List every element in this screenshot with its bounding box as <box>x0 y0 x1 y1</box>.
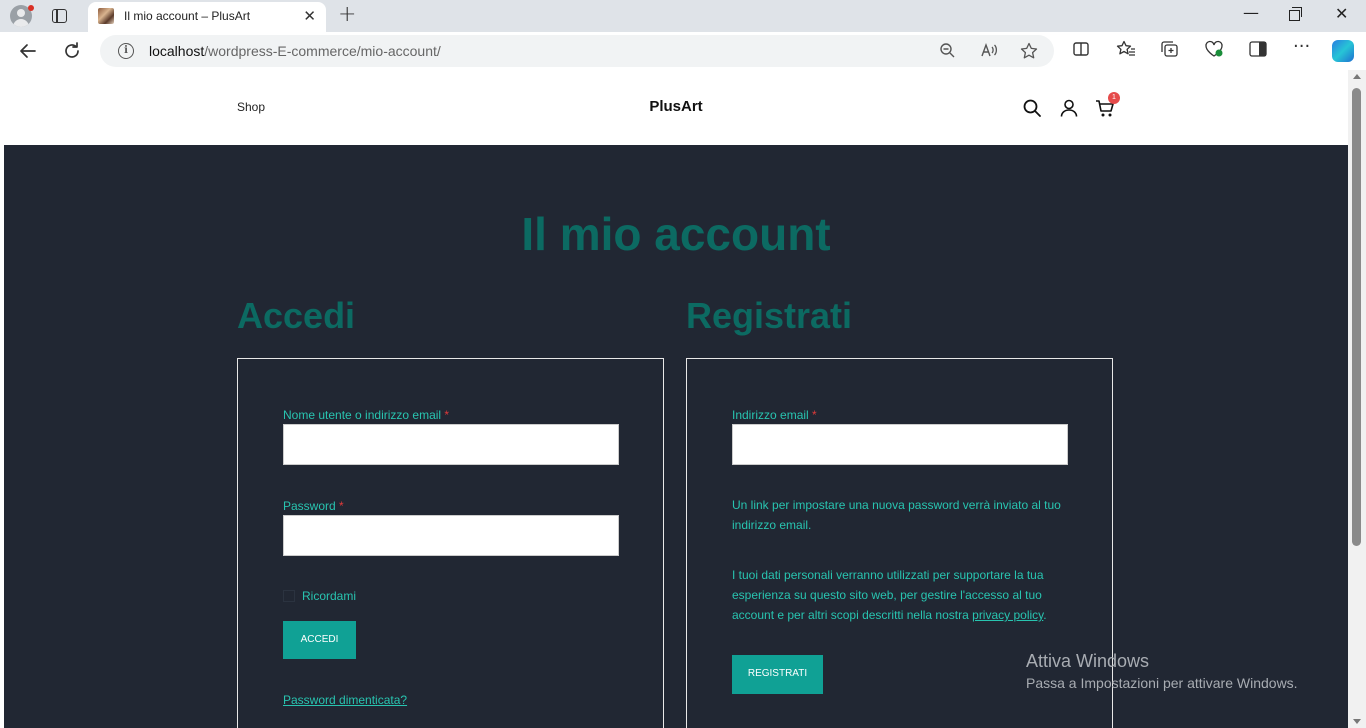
cart-count-badge: 1 <box>1108 92 1120 104</box>
collections-icon[interactable] <box>1160 40 1180 62</box>
scroll-up-arrow-icon[interactable] <box>1353 74 1361 79</box>
password-input[interactable] <box>283 515 619 556</box>
required-mark: * <box>339 499 344 513</box>
lost-password-link[interactable]: Password dimenticata? <box>283 693 407 707</box>
username-input[interactable] <box>283 424 619 465</box>
copilot-icon[interactable] <box>1332 40 1354 62</box>
site-brand[interactable]: PlusArt <box>4 98 1348 115</box>
window-minimize-icon[interactable]: — <box>1243 4 1259 22</box>
privacy-policy-link[interactable]: privacy policy <box>972 608 1043 622</box>
remember-me-checkbox[interactable] <box>283 590 295 602</box>
register-heading: Registrati <box>686 295 853 336</box>
browser-toolbar: i localhost/wordpress-E-commerce/mio-acc… <box>0 32 1366 70</box>
account-main: Il mio account Accedi Nome utente o indi… <box>4 145 1348 728</box>
remember-me-label[interactable]: Ricordami <box>302 589 356 603</box>
zoom-out-icon[interactable] <box>939 42 955 62</box>
watermark-title: Attiva Windows <box>1026 651 1150 671</box>
page-scrollbar[interactable] <box>1348 70 1366 728</box>
privacy-notice: I tuoi dati personali verranno utilizzat… <box>732 568 1047 622</box>
more-options-icon[interactable]: ··· <box>1293 36 1310 57</box>
register-button[interactable]: REGISTRATI <box>732 655 823 694</box>
login-button[interactable]: ACCEDI <box>283 621 356 659</box>
site-info-icon[interactable]: i <box>118 43 134 59</box>
reload-icon[interactable] <box>59 38 85 64</box>
browser-titlebar: Il mio account – PlusArt ✕ + — ✕ <box>0 0 1366 32</box>
tab-close-icon[interactable]: ✕ <box>303 7 316 25</box>
new-tab-icon[interactable]: + <box>338 3 356 27</box>
browser-tab-active[interactable]: Il mio account – PlusArt ✕ <box>88 2 326 32</box>
window-restore-icon[interactable] <box>1289 7 1302 21</box>
page-viewport: Shop PlusArt 1 Il mio account Accedi Nom… <box>4 70 1348 728</box>
read-aloud-icon[interactable] <box>980 42 998 62</box>
favorites-icon[interactable] <box>1116 40 1136 62</box>
windows-activation-watermark: Attiva Windows Passa a Impostazioni per … <box>1026 651 1298 691</box>
notification-dot <box>28 5 34 11</box>
email-input[interactable] <box>732 424 1068 465</box>
watermark-subtitle: Passa a Impostazioni per attivare Window… <box>1026 675 1298 691</box>
browser-essentials-icon[interactable] <box>1204 40 1224 62</box>
required-mark: * <box>444 408 450 422</box>
login-heading: Accedi <box>237 295 356 336</box>
user-account-icon[interactable] <box>1059 98 1079 118</box>
scroll-thumb[interactable] <box>1352 88 1361 546</box>
scroll-down-arrow-icon[interactable] <box>1353 719 1361 724</box>
url-text[interactable]: localhost/wordpress-E-commerce/mio-accou… <box>149 43 441 59</box>
favorite-star-icon[interactable] <box>1020 42 1038 64</box>
username-label: Nome utente o indirizzo email * <box>283 408 450 422</box>
site-header: Shop PlusArt 1 <box>4 70 1348 145</box>
page-title: Il mio account <box>521 208 831 260</box>
login-form: Nome utente o indirizzo email * Password… <box>237 358 664 728</box>
search-icon[interactable] <box>1022 98 1042 118</box>
tab-favicon-icon <box>98 8 114 24</box>
address-bar[interactable]: i localhost/wordpress-E-commerce/mio-acc… <box>100 35 1054 67</box>
required-mark: * <box>812 408 817 422</box>
window-close-icon[interactable]: ✕ <box>1335 5 1348 23</box>
email-label: Indirizzo email * <box>732 408 817 422</box>
password-note: Un link per impostare una nuova password… <box>732 498 1061 532</box>
password-label: Password * <box>283 499 344 513</box>
tab-title: Il mio account – PlusArt <box>124 9 251 23</box>
tab-actions-icon[interactable] <box>52 9 67 23</box>
split-screen-icon[interactable] <box>1072 40 1090 62</box>
sidebar-toggle-icon[interactable] <box>1248 40 1268 62</box>
back-arrow-icon[interactable] <box>15 38 41 64</box>
